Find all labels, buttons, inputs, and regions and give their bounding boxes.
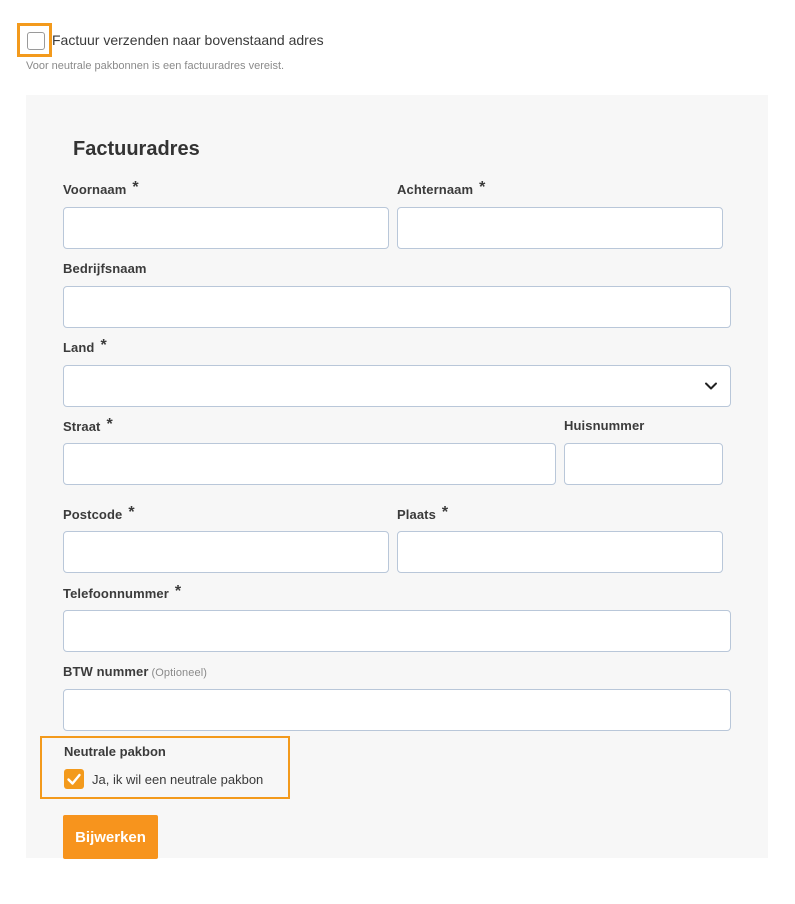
postcode-input[interactable]	[63, 531, 389, 573]
invoice-address-checkbox-label[interactable]: Factuur verzenden naar bovenstaand adres	[52, 32, 324, 48]
country-label: Land *	[63, 337, 107, 355]
invoice-address-checkbox-highlight[interactable]	[17, 23, 52, 57]
street-input[interactable]	[63, 443, 556, 485]
invoice-address-checkbox[interactable]	[27, 32, 45, 50]
neutral-packing-slip-checkbox[interactable]	[64, 769, 84, 789]
invoice-address-hint: Voor neutrale pakbonnen is een factuurad…	[26, 60, 285, 72]
required-marker: *	[106, 416, 113, 433]
optional-tag: (Optioneel)	[151, 667, 208, 679]
update-button[interactable]: Bijwerken	[63, 815, 158, 859]
city-label: Plaats *	[397, 504, 449, 522]
required-marker: *	[479, 179, 486, 196]
phone-input[interactable]	[63, 610, 731, 652]
required-marker: *	[100, 337, 107, 354]
last-name-label: Achternaam *	[397, 179, 486, 197]
country-select[interactable]	[63, 365, 731, 407]
postcode-label: Postcode *	[63, 504, 135, 522]
company-name-label: Bedrijfsnaam	[63, 261, 147, 276]
checkmark-icon	[67, 773, 81, 785]
neutral-packing-slip-title: Neutrale pakbon	[64, 744, 166, 759]
house-number-input[interactable]	[564, 443, 723, 485]
vat-number-input[interactable]	[63, 689, 731, 731]
billing-address-title: Factuuradres	[73, 138, 200, 160]
required-marker: *	[132, 179, 139, 196]
required-marker: *	[441, 504, 449, 521]
phone-label: Telefoonnummer *	[63, 583, 182, 601]
company-name-input[interactable]	[63, 286, 731, 328]
vat-number-label: BTW nummer (Optioneel)	[63, 664, 208, 679]
neutral-packing-slip-label[interactable]: Ja, ik wil een neutrale pakbon	[92, 772, 263, 787]
first-name-label: Voornaam *	[63, 179, 139, 197]
street-label: Straat *	[63, 416, 113, 434]
city-input[interactable]	[397, 531, 723, 573]
required-marker: *	[174, 583, 182, 600]
last-name-input[interactable]	[397, 207, 723, 249]
chevron-down-icon	[705, 382, 717, 390]
first-name-input[interactable]	[63, 207, 389, 249]
required-marker: *	[128, 504, 135, 521]
house-number-label: Huisnummer	[564, 418, 645, 433]
